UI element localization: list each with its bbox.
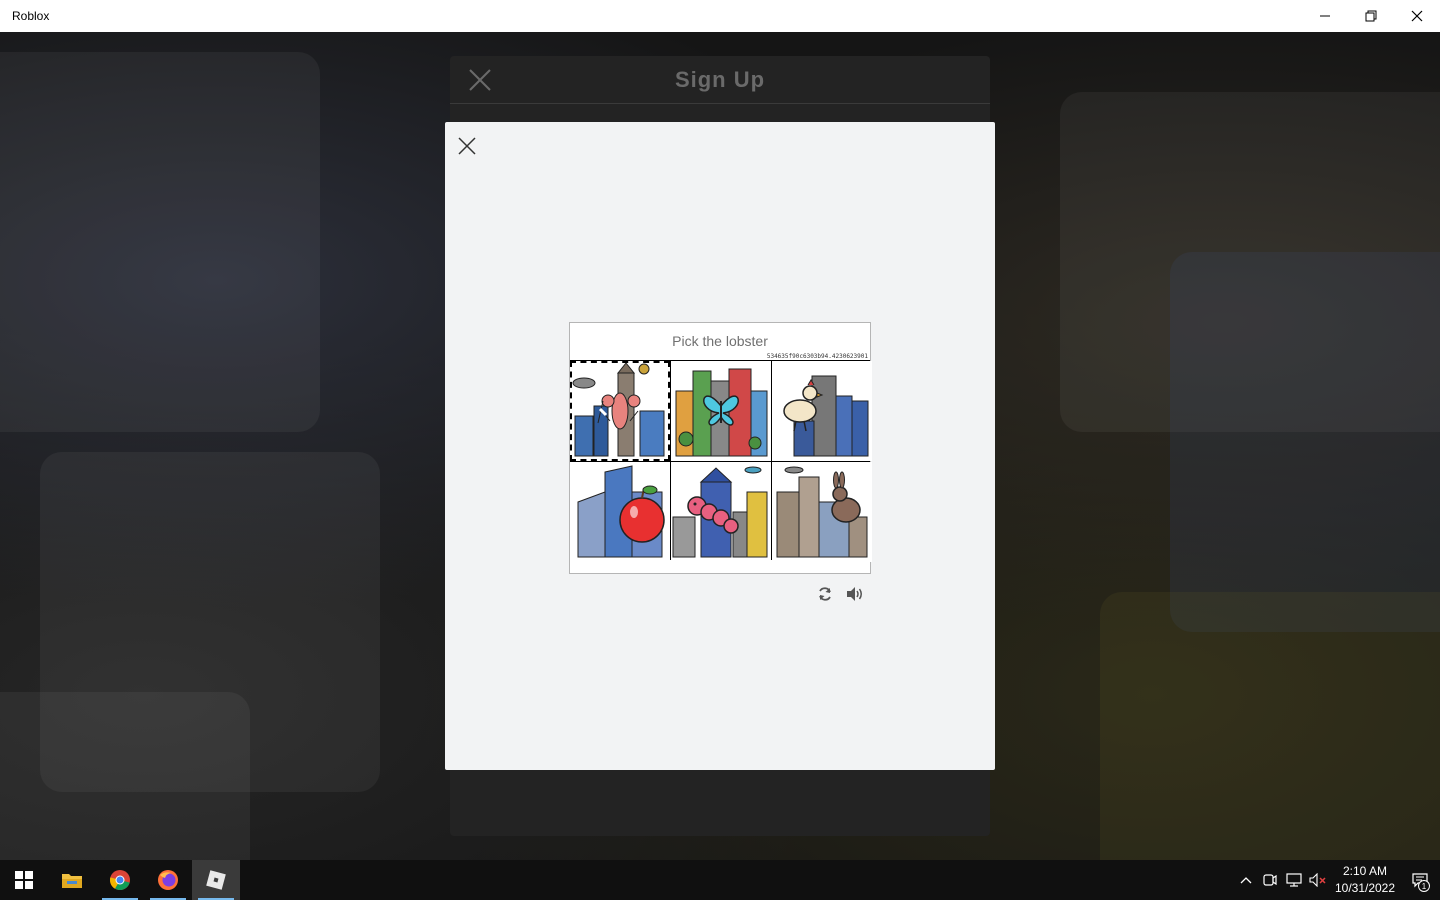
restore-button[interactable] [1348, 0, 1394, 32]
volume-button[interactable] [1306, 860, 1330, 900]
captcha-tile-rabbit[interactable] [772, 462, 872, 562]
restore-icon [1365, 10, 1377, 22]
clock-date: 10/31/2022 [1334, 881, 1396, 895]
captcha-tools [815, 584, 865, 604]
chrome-icon [109, 870, 130, 891]
show-hidden-icons-button[interactable] [1234, 860, 1258, 900]
taskbar-firefox[interactable] [144, 860, 192, 900]
captcha-close-button[interactable] [455, 134, 479, 158]
network-button[interactable] [1282, 860, 1306, 900]
signup-title: Sign Up [674, 66, 766, 92]
close-window-button[interactable] [1394, 0, 1440, 32]
windows-start-icon [15, 871, 33, 889]
file-explorer-icon [62, 874, 82, 888]
captcha-challenge: Pick the lobster 534635f90c6303b94.42306… [569, 322, 872, 574]
chevron-up-icon [1240, 877, 1252, 884]
captcha-image-grid [570, 360, 872, 562]
background-game-tile [1100, 592, 1440, 860]
signup-header: Sign Up [450, 56, 990, 104]
refresh-icon [819, 587, 831, 601]
system-tray: 2:10 AM 10/31/2022 1 [1234, 860, 1440, 900]
captcha-prompt: Pick the lobster [672, 333, 768, 349]
roblox-icon [206, 870, 226, 890]
captcha-tile-lobster[interactable] [570, 361, 670, 461]
signup-close-button[interactable] [466, 66, 494, 94]
window-title: Roblox [12, 9, 50, 23]
background-game-tile [1170, 252, 1440, 632]
meet-now-button[interactable] [1258, 860, 1282, 900]
rabbit-city-image [776, 466, 868, 558]
taskbar: 2:10 AM 10/31/2022 1 [0, 860, 1440, 900]
window-titlebar: Roblox [0, 0, 1440, 32]
background-game-tile [0, 52, 320, 432]
caterpillar-city-image [672, 466, 768, 558]
apple-city-image [577, 465, 665, 558]
taskbar-roblox[interactable] [192, 860, 240, 900]
notification-count-badge: 1 [1418, 880, 1430, 892]
clock-time: 2:10 AM [1342, 864, 1388, 878]
volume-muted-icon [1309, 873, 1326, 887]
network-icon [1286, 873, 1302, 887]
lobster-city-image [572, 362, 665, 457]
minimize-icon [1320, 15, 1330, 17]
background-game-tile [0, 692, 250, 860]
audio-icon [847, 587, 862, 601]
meet-now-icon [1263, 874, 1277, 886]
butterfly-city-image [675, 368, 768, 457]
captcha-tile-apple[interactable] [570, 462, 670, 562]
close-icon [469, 69, 491, 91]
close-icon [458, 137, 476, 155]
firefox-icon [158, 870, 178, 890]
captcha-audio-button[interactable] [845, 584, 865, 604]
close-icon [1411, 10, 1423, 22]
captcha-tile-butterfly[interactable] [671, 361, 771, 461]
captcha-modal: Pick the lobster 534635f90c6303b94.42306… [445, 122, 995, 770]
taskbar-chrome[interactable] [96, 860, 144, 900]
chicken-city-image [783, 375, 869, 457]
minimize-button[interactable] [1302, 0, 1348, 32]
captcha-tile-caterpillar[interactable] [671, 462, 771, 562]
action-center-button[interactable]: 1 [1400, 860, 1440, 900]
taskbar-file-explorer[interactable] [48, 860, 96, 900]
captcha-tile-chicken[interactable] [772, 361, 872, 461]
captcha-refresh-button[interactable] [815, 584, 835, 604]
captcha-challenge-id: 534635f90c6303b94.4230623901 [766, 353, 868, 360]
start-button[interactable] [0, 860, 48, 900]
taskbar-clock[interactable]: 2:10 AM 10/31/2022 [1330, 863, 1400, 897]
